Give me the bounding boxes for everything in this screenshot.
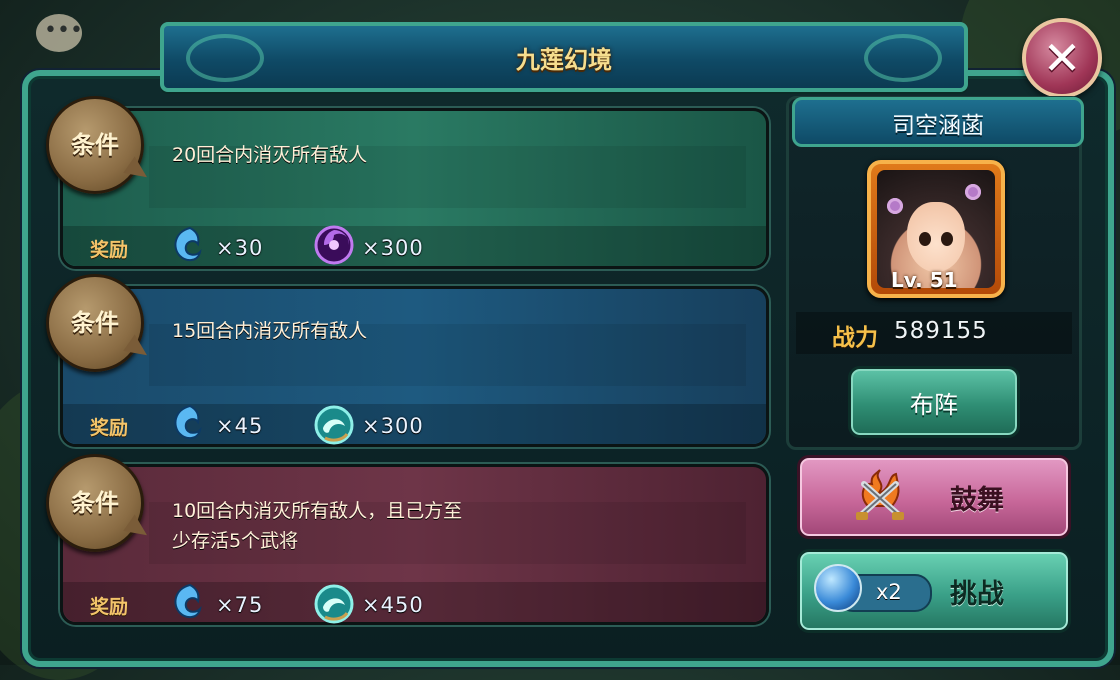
reward-amount: ×300 bbox=[362, 236, 424, 260]
hair-flower-icon bbox=[887, 198, 903, 214]
hair-flower-icon bbox=[965, 184, 981, 200]
chat-bubble-icon[interactable]: ••• bbox=[36, 14, 83, 52]
condition-badge: 条件 bbox=[46, 96, 144, 194]
hero-portrait[interactable]: Lv. 51 bbox=[867, 160, 1005, 298]
challenge-cost: x2 bbox=[876, 580, 902, 604]
formation-button[interactable]: 布阵 bbox=[848, 366, 1020, 438]
condition-text: 10回合内消灭所有敌人，且己方至 少存活5个武将 bbox=[172, 496, 462, 556]
reward-label: 奖励 bbox=[90, 239, 129, 261]
hero-level: Lv. 51 bbox=[891, 268, 958, 292]
jade-swirl-orb-icon bbox=[314, 405, 354, 445]
title-bar: 九莲幻境 bbox=[160, 22, 968, 92]
crossed-swords-fire-icon bbox=[856, 469, 904, 520]
power-label: 战力 bbox=[832, 325, 878, 351]
cheer-button[interactable]: 鼓舞 bbox=[797, 455, 1071, 539]
blue-soul-drop-icon bbox=[174, 583, 202, 619]
hero-name-bar: 司空涵菡 bbox=[792, 97, 1084, 147]
reward-amount: ×450 bbox=[362, 593, 424, 617]
challenge-label: 挑战 bbox=[950, 579, 1004, 610]
condition-line: 10回合内消灭所有敌人，且己方至 bbox=[172, 500, 463, 522]
purple-vortex-orb-icon bbox=[314, 225, 354, 265]
blue-orb-icon bbox=[814, 564, 862, 612]
reward-label: 奖励 bbox=[90, 596, 129, 618]
blue-soul-drop-icon bbox=[174, 404, 202, 440]
reward-amount: ×45 bbox=[216, 414, 264, 438]
condition-text: 15回合内消灭所有敌人 bbox=[172, 320, 368, 342]
condition-badge: 条件 bbox=[46, 454, 144, 552]
jade-swirl-orb-icon bbox=[314, 584, 354, 624]
condition-badge: 条件 bbox=[46, 274, 144, 372]
challenge-button[interactable]: x2 挑战 bbox=[797, 549, 1071, 633]
close-icon: ✕ bbox=[1042, 31, 1082, 85]
condition-text: 20回合内消灭所有敌人 bbox=[172, 144, 368, 166]
blue-soul-drop-icon bbox=[174, 226, 202, 262]
close-button[interactable]: ✕ bbox=[1022, 18, 1102, 98]
hero-face bbox=[907, 202, 965, 272]
hero-name: 司空涵菡 bbox=[892, 113, 984, 139]
condition-line: 少存活5个武将 bbox=[172, 530, 299, 552]
reward-amount: ×30 bbox=[216, 236, 264, 260]
power-value: 589155 bbox=[894, 318, 988, 344]
reward-label: 奖励 bbox=[90, 417, 129, 439]
formation-label: 布阵 bbox=[910, 391, 958, 419]
reward-amount: ×75 bbox=[216, 593, 264, 617]
dialog-title: 九莲幻境 bbox=[516, 46, 612, 74]
cheer-label: 鼓舞 bbox=[950, 485, 1004, 516]
reward-amount: ×300 bbox=[362, 414, 424, 438]
